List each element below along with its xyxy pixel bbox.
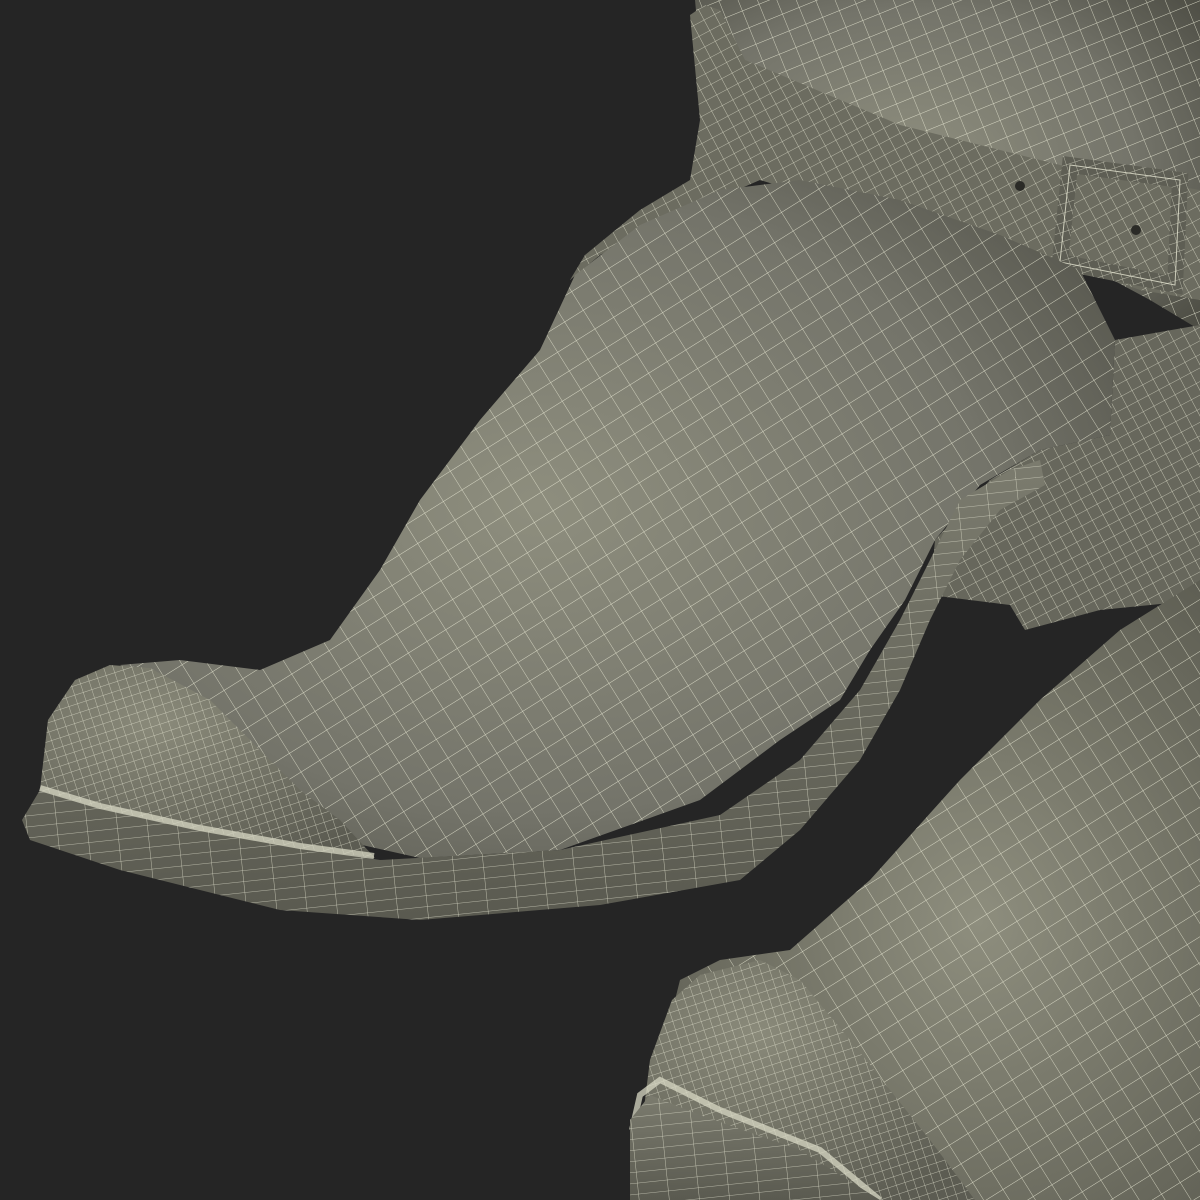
strap-hole	[1131, 225, 1141, 235]
strap-hole	[1015, 181, 1025, 191]
wireframe-boots-render	[22, 0, 1200, 1200]
render-canvas	[0, 0, 1200, 1200]
